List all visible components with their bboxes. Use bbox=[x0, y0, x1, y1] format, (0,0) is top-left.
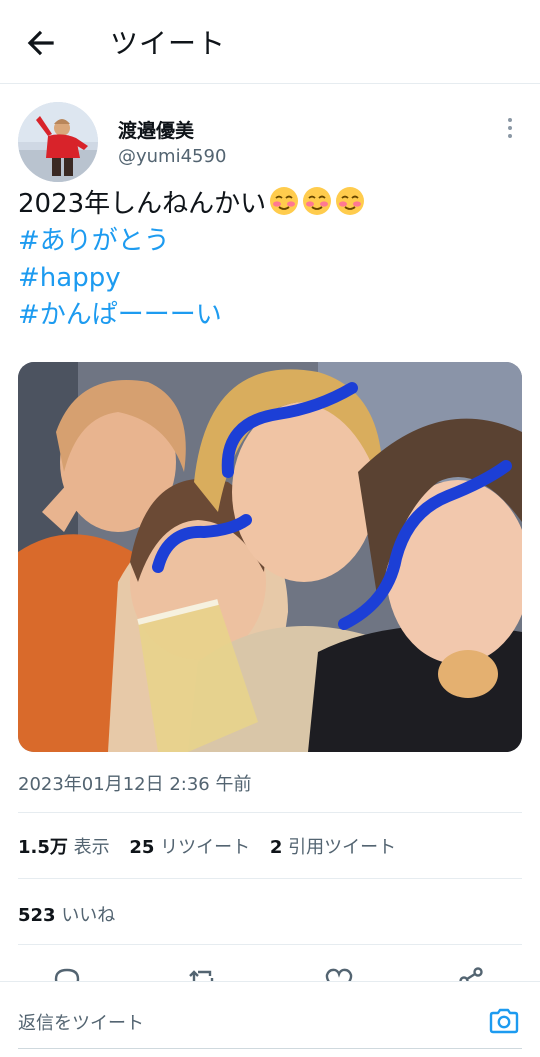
top-bar: ツイート bbox=[0, 0, 540, 84]
likes-stat[interactable]: 523 いいね bbox=[18, 901, 115, 927]
arrow-left-icon[interactable] bbox=[22, 24, 60, 62]
views-stat[interactable]: 1.5万 表示 bbox=[18, 837, 110, 858]
retweets-stat[interactable]: 25 リツイート bbox=[129, 837, 250, 858]
divider bbox=[18, 878, 522, 879]
tweet-text: 2023年しんねんかい #ありがとう #happy #かんぱーーーい bbox=[18, 186, 365, 334]
author-name[interactable]: 渡邉優美 bbox=[118, 116, 194, 143]
blushing-face-icon bbox=[270, 187, 299, 215]
hashtag-link[interactable]: #ありがとう bbox=[18, 223, 365, 260]
retweet-icon[interactable] bbox=[186, 964, 220, 982]
share-icon[interactable] bbox=[454, 964, 488, 982]
hashtag-link[interactable]: #happy bbox=[18, 260, 365, 297]
reply-input[interactable]: 返信をツイート bbox=[18, 1009, 144, 1035]
quotes-stat[interactable]: 2 引用ツイート bbox=[270, 837, 396, 858]
blushing-face-icon bbox=[336, 187, 365, 215]
divider bbox=[18, 944, 522, 945]
quotes-count: 2 bbox=[269, 837, 283, 858]
likes-count: 523 bbox=[18, 905, 56, 926]
camera-icon[interactable] bbox=[488, 1006, 520, 1036]
blushing-face-icon bbox=[303, 187, 332, 215]
action-bar bbox=[0, 960, 540, 982]
likes-label: いいね bbox=[61, 905, 116, 926]
tweet-stats: 1.5万 表示 25 リツイート 2 引用ツイート bbox=[18, 833, 396, 859]
author-handle[interactable]: @yumi4590 bbox=[118, 146, 226, 167]
more-options-icon[interactable] bbox=[498, 114, 522, 142]
avatar[interactable] bbox=[18, 102, 98, 182]
retweets-count: 25 bbox=[129, 837, 155, 858]
page-title: ツイート bbox=[110, 27, 227, 60]
reply-icon[interactable] bbox=[50, 964, 84, 982]
hashtag-link[interactable]: #かんぱーーーい bbox=[18, 297, 365, 334]
tweet-text-line: 2023年しんねんかい bbox=[18, 186, 365, 223]
tweet-timestamp[interactable]: 2023年01月12日 2:36 午前 bbox=[18, 770, 251, 796]
quotes-label: 引用ツイート bbox=[288, 837, 397, 858]
like-icon[interactable] bbox=[322, 964, 356, 982]
views-label: 表示 bbox=[73, 837, 110, 858]
views-count: 1.5万 bbox=[18, 837, 68, 858]
retweets-label: リツイート bbox=[160, 837, 251, 858]
reply-bar: 返信をツイート bbox=[0, 981, 540, 1057]
tweet-photo[interactable] bbox=[18, 362, 522, 752]
reply-underline bbox=[18, 1048, 522, 1049]
divider bbox=[18, 812, 522, 813]
tweet-main-text: 2023年しんねんかい bbox=[18, 189, 267, 219]
